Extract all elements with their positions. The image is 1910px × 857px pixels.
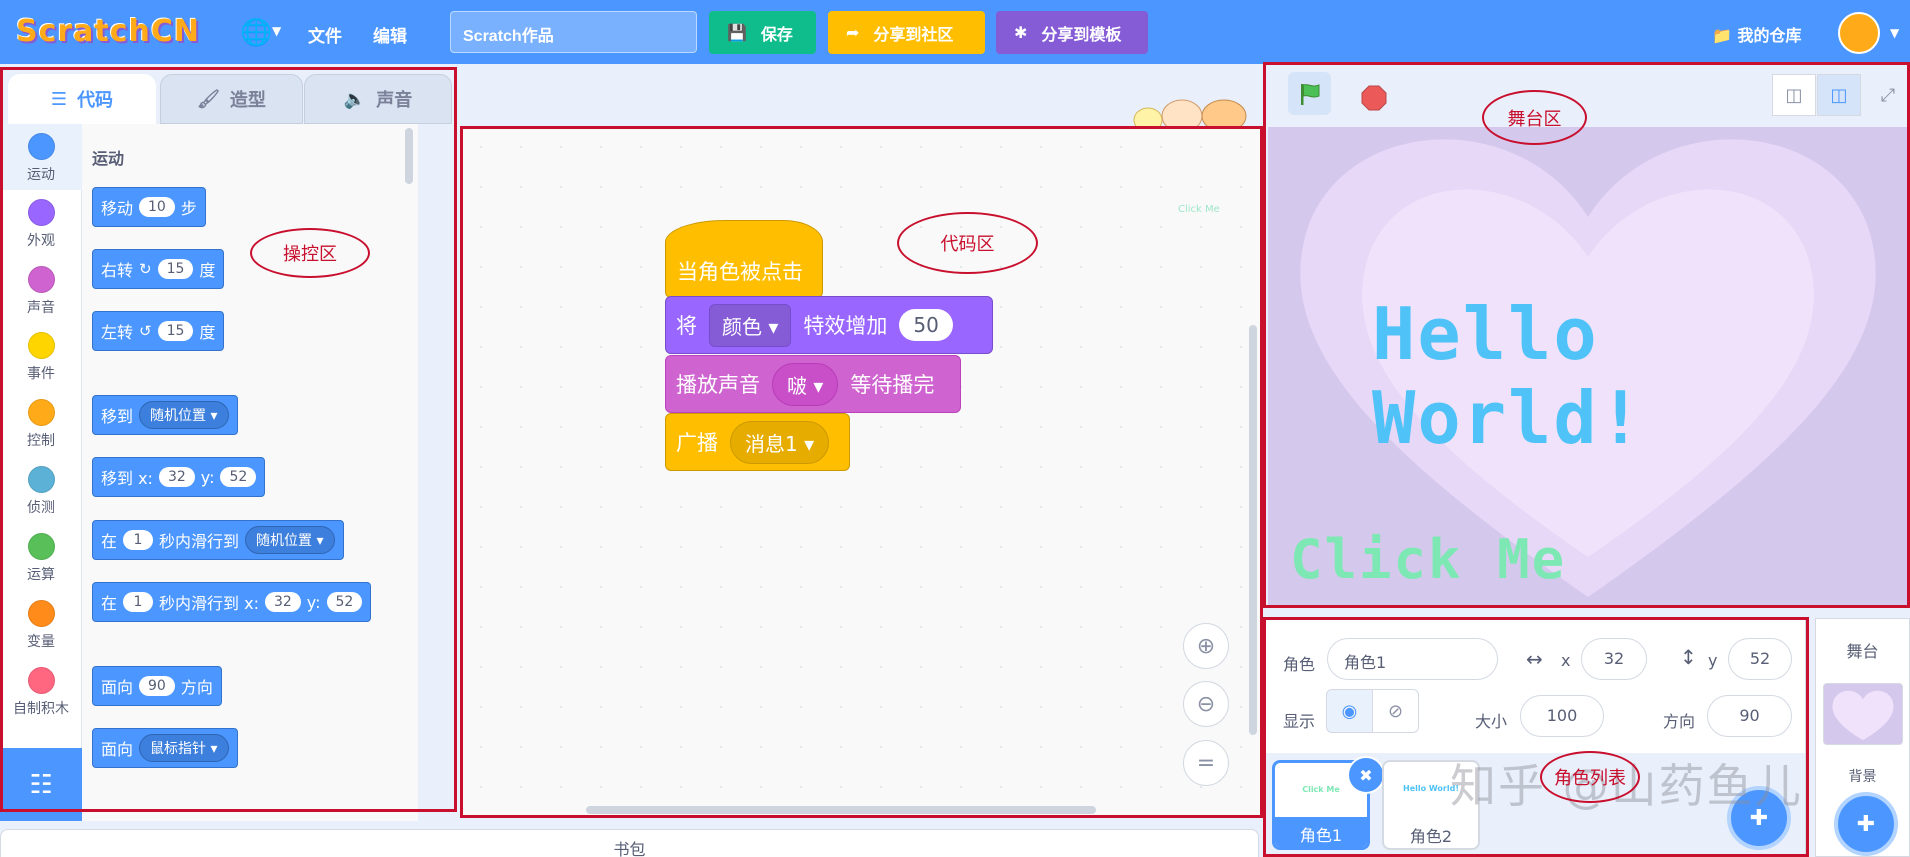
caret-down-icon[interactable]: ▼ [1890,26,1899,40]
stage-area-annotation: 舞台区 [1482,90,1587,145]
save-button-label: 保存 [760,24,793,44]
puzzle-icon: ✱ [1014,23,1028,42]
stage-selector-title: 舞台 [1846,642,1879,661]
sprite-list-annotation: 角色列表 [1540,751,1640,803]
avatar[interactable] [1838,12,1880,54]
mascot-critters-image [1133,99,1247,127]
share-template-button[interactable]: ✱ 分享到模板 [996,11,1148,54]
sprite-pane-annotation-box [1263,617,1809,857]
share-template-label: 分享到模板 [1041,24,1122,44]
share-arrow-icon: ➦ [846,23,860,42]
control-area-annotation-box [0,67,457,812]
share-community-button[interactable]: ➦ 分享到社区 [828,11,985,54]
code-area-annotation-box [460,126,1263,818]
control-area-annotation: 操控区 [250,228,370,278]
globe-icon[interactable]: 🌐 [240,18,272,48]
share-community-label: 分享到社区 [873,24,954,44]
save-icon: 💾 [727,23,747,42]
backdrop-thumbnail[interactable] [1823,683,1903,745]
add-backdrop-button[interactable]: ✚ [1834,792,1898,856]
project-title-input[interactable]: Scratch作品 [450,11,697,53]
stage-area-annotation-box [1263,62,1910,608]
image-plus-icon: ✚ [1856,811,1876,837]
scratchcn-logo[interactable]: ScratchCN [16,14,200,49]
edit-menu[interactable]: 编辑 [373,22,407,47]
backpack[interactable]: 书包 [0,829,1259,857]
caret-down-icon[interactable]: ▼ [272,24,281,38]
file-menu[interactable]: 文件 [308,22,342,47]
code-area-annotation: 代码区 [897,212,1038,274]
folder-icon: 📁 [1712,26,1732,45]
my-stuff-label: 我的仓库 [1737,26,1802,45]
save-button[interactable]: 💾 保存 [709,11,816,54]
backdrop-label: 背景 [1848,769,1877,785]
my-stuff-link[interactable]: 📁 我的仓库 [1712,22,1802,46]
